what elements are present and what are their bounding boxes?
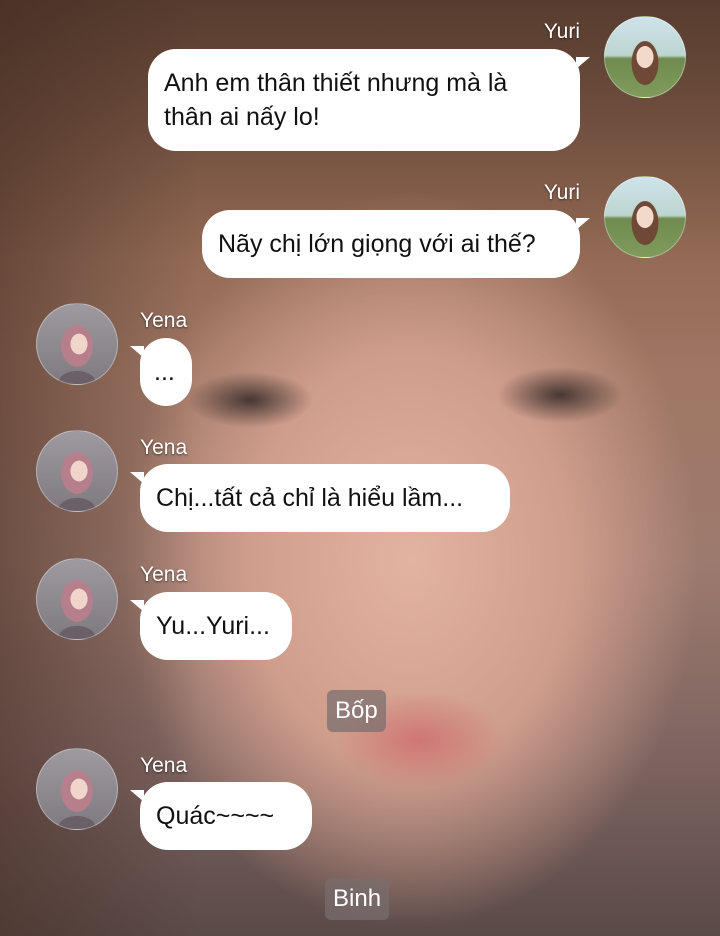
sender-name: Yena: [140, 309, 188, 332]
message-bubble[interactable]: Yu...Yuri...: [130, 592, 292, 660]
sender-name: Yuri: [543, 181, 580, 204]
avatar-yena[interactable]: [36, 558, 118, 640]
message-text: Yu...Yuri...: [156, 612, 270, 640]
system-label: Binh: [325, 878, 390, 920]
avatar-yuri[interactable]: [604, 16, 686, 98]
message-bubble[interactable]: ...: [130, 338, 192, 406]
message-text: ...: [154, 358, 175, 386]
sender-name: Yena: [140, 563, 188, 586]
sender-name: Yena: [140, 436, 188, 459]
message-bubble[interactable]: Chị...tất cả chỉ là hiểu lầm...: [130, 464, 510, 532]
avatar-yuri[interactable]: [604, 176, 686, 258]
sender-name: Yuri: [543, 20, 580, 43]
avatar-yena[interactable]: [36, 303, 118, 385]
system-label: Bốp: [327, 690, 386, 732]
message-bubble[interactable]: Anh em thân thiết nhưng mà là thân ai nấ…: [148, 49, 590, 151]
avatar-yena[interactable]: [36, 430, 118, 512]
message-bubble[interactable]: Nãy chị lớn giọng với ai thế?: [202, 210, 590, 278]
message-text: Nãy chị lớn giọng với ai thế?: [218, 230, 536, 258]
message-bubble[interactable]: Quác~~~~: [130, 782, 312, 850]
avatar-yena[interactable]: [36, 748, 118, 830]
message-text: Chị...tất cả chỉ là hiểu lầm...: [156, 484, 464, 512]
sender-name: Yena: [140, 754, 188, 777]
message-text-line: thân ai nấy lo!: [164, 103, 320, 131]
message-text: Quác~~~~: [156, 802, 275, 830]
message-text-line: Anh em thân thiết nhưng mà là: [164, 69, 508, 97]
